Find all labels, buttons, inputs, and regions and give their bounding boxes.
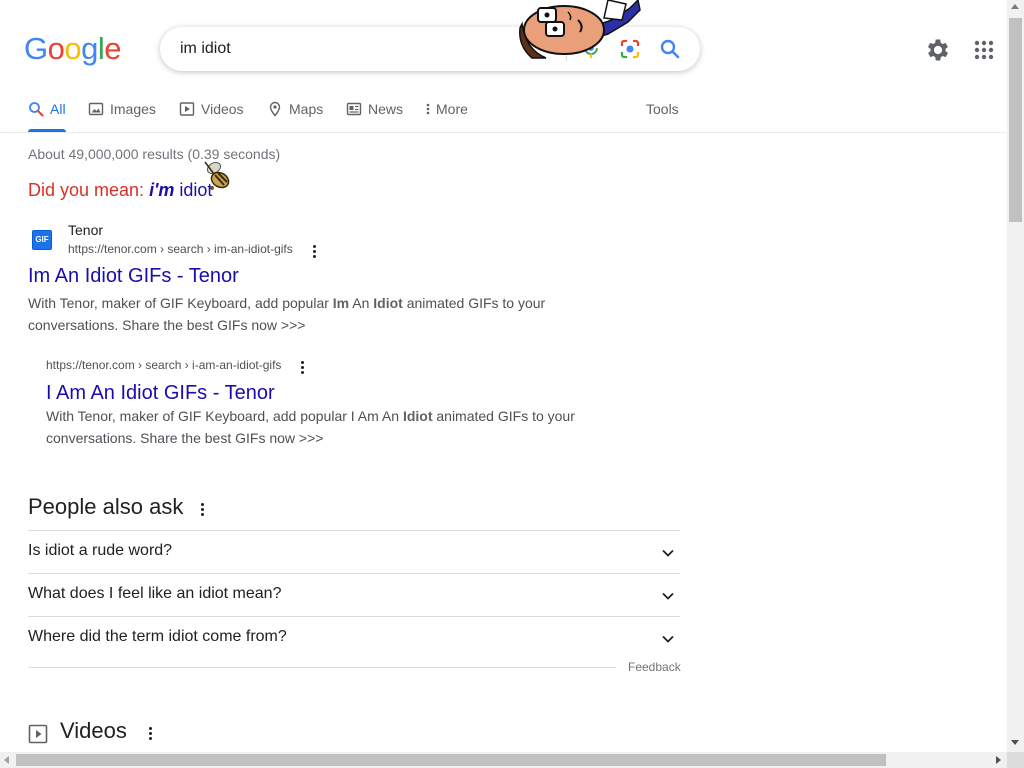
site-url[interactable]: https://tenor.com › search › i-am-an-idi…: [46, 358, 281, 372]
search-tabs: All Images Videos Maps News More Tools: [28, 96, 688, 132]
google-logo[interactable]: Google: [24, 31, 122, 66]
people-also-ask-list: Is idiot a rude word? What does I feel l…: [28, 530, 680, 659]
result-title-link[interactable]: I Am An Idiot GIFs - Tenor: [46, 382, 275, 405]
vertical-scroll-thumb[interactable]: [1009, 18, 1022, 222]
search-icon: [29, 102, 44, 117]
tab-videos[interactable]: Videos: [179, 96, 244, 132]
paa-question-text: Where did the term idiot come from?: [28, 628, 287, 645]
paa-title-text: People also ask: [28, 494, 184, 519]
tab-label: Videos: [201, 101, 244, 117]
logo-letter: o: [47, 31, 65, 66]
search-input[interactable]: [180, 27, 540, 71]
scroll-down-arrow-icon[interactable]: [1011, 740, 1019, 745]
tab-label: More: [436, 101, 468, 117]
horizontal-scrollbar[interactable]: [0, 752, 1007, 768]
paa-question[interactable]: Where did the term idiot come from?: [28, 616, 680, 659]
google-apps-icon[interactable]: [972, 38, 996, 62]
scroll-up-arrow-icon[interactable]: [1011, 4, 1019, 9]
tab-all[interactable]: All: [28, 96, 66, 132]
videos-title: Videos: [60, 718, 127, 743]
snippet-text: With Tenor, maker of GIF Keyboard, add p…: [46, 408, 403, 424]
scroll-right-arrow-icon[interactable]: [996, 756, 1001, 764]
paa-question[interactable]: Is idiot a rude word?: [28, 530, 680, 573]
site-url[interactable]: https://tenor.com › search › im-an-idiot…: [68, 242, 293, 256]
did-you-mean: Did you mean: i'm idiot: [28, 180, 212, 201]
scrollbar-corner: [1007, 752, 1024, 768]
result-stats: About 49,000,000 results (0.39 seconds): [28, 146, 281, 162]
paa-question-text: Is idiot a rude word?: [28, 542, 173, 559]
more-options-icon[interactable]: [296, 360, 308, 376]
did-you-mean-prefix: Did you mean:: [28, 180, 150, 200]
play-icon: [28, 724, 48, 744]
logo-letter: G: [24, 31, 48, 66]
tab-images[interactable]: Images: [88, 96, 156, 132]
play-icon: [179, 102, 195, 116]
result-title-link[interactable]: Im An Idiot GIFs - Tenor: [28, 265, 239, 288]
tab-maps[interactable]: Maps: [267, 96, 323, 132]
tab-label: Tools: [646, 101, 679, 117]
paa-question[interactable]: What does I feel like an idiot mean?: [28, 573, 680, 616]
more-options-icon[interactable]: [308, 244, 320, 260]
cartoon-face-sticker: [519, 0, 641, 59]
more-vert-icon: [426, 103, 430, 115]
snippet-bold-term: Idiot: [402, 408, 433, 424]
chevron-down-icon: [662, 549, 674, 557]
search-icon[interactable]: [658, 37, 682, 61]
paa-question-text: What does I feel like an idiot mean?: [28, 585, 282, 602]
vertical-scrollbar[interactable]: [1007, 0, 1024, 752]
paa-divider: [28, 667, 616, 668]
logo-letter: o: [64, 31, 82, 66]
more-options-icon[interactable]: [144, 726, 156, 742]
site-favicon[interactable]: GIF: [32, 230, 52, 250]
correction-bold: i'm: [149, 180, 175, 200]
more-options-icon[interactable]: [196, 502, 208, 518]
chevron-down-icon: [662, 635, 674, 643]
snippet-bold-term: Im: [332, 295, 350, 311]
result-snippet: With Tenor, maker of GIF Keyboard, add p…: [28, 292, 568, 336]
snippet-text: An: [349, 295, 374, 311]
site-name[interactable]: Tenor: [68, 222, 103, 238]
result-snippet: With Tenor, maker of GIF Keyboard, add p…: [46, 405, 586, 449]
bee-sticker: [204, 161, 230, 190]
map-pin-icon: [269, 101, 281, 117]
tabs-divider: [0, 132, 1006, 133]
tab-news[interactable]: News: [346, 96, 403, 132]
tab-label: News: [368, 101, 404, 117]
snippet-text: With Tenor, maker of GIF Keyboard, add p…: [28, 295, 333, 311]
feedback-link[interactable]: Feedback: [628, 660, 681, 674]
tab-tools[interactable]: Tools: [646, 96, 679, 132]
newspaper-icon: [346, 102, 362, 116]
image-icon: [88, 102, 104, 116]
tab-label: Images: [110, 101, 156, 117]
logo-letter: e: [104, 31, 122, 66]
horizontal-scroll-thumb[interactable]: [16, 754, 886, 766]
tab-label: Maps: [289, 101, 324, 117]
chevron-down-icon: [662, 592, 674, 600]
scroll-left-arrow-icon[interactable]: [4, 756, 9, 764]
settings-gear-icon[interactable]: [924, 36, 952, 64]
tab-label: All: [50, 101, 66, 117]
people-also-ask-title: People also ask: [28, 494, 204, 520]
snippet-bold-term: Idiot: [373, 295, 403, 311]
logo-letter: g: [81, 31, 98, 66]
tab-more[interactable]: More: [424, 96, 468, 132]
